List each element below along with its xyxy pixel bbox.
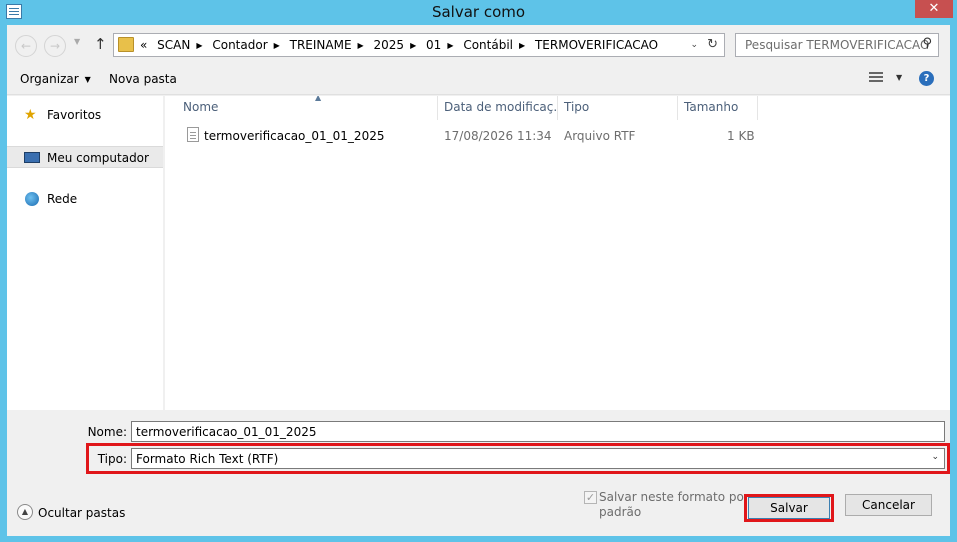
help-icon[interactable]: ? — [919, 71, 934, 86]
star-icon: ★ — [24, 107, 37, 123]
sidebar-item-label: Rede — [47, 192, 78, 206]
save-default-label: Salvar neste formato por padrão — [599, 490, 749, 519]
close-button[interactable]: ✕ — [915, 0, 953, 18]
file-modified: 17/08/2026 11:34 — [444, 129, 552, 143]
organize-button[interactable]: Organizar ▼ — [20, 72, 91, 86]
file-type: Arquivo RTF — [564, 129, 636, 143]
view-options-icon[interactable] — [869, 72, 883, 83]
recent-locations-chevron-icon[interactable]: ▼ — [74, 37, 80, 46]
breadcrumb-item[interactable]: TREINAME — [290, 38, 352, 52]
sidebar-item-label: Meu computador — [47, 151, 149, 165]
forward-arrow-icon[interactable]: → — [44, 35, 66, 57]
title-bar: Salvar como ✕ — [0, 0, 957, 25]
breadcrumb-separator-icon[interactable]: ▶ — [519, 41, 525, 50]
computer-icon — [24, 152, 40, 163]
up-arrow-icon[interactable]: ↑ — [94, 35, 107, 53]
chevron-down-icon[interactable]: ⌄ — [931, 452, 939, 462]
breadcrumb-separator-icon[interactable]: ▶ — [447, 41, 453, 50]
column-header-date[interactable]: Data de modificaç... — [438, 96, 558, 120]
breadcrumb-separator-icon[interactable]: ▶ — [410, 41, 416, 50]
new-folder-button[interactable]: Nova pasta — [109, 72, 177, 86]
file-size: 1 KB — [727, 129, 755, 143]
search-box[interactable]: Pesquisar TERMOVERIFICACAO ⚲ — [735, 33, 939, 57]
sidebar-item-label: Favoritos — [47, 108, 102, 122]
chevron-up-icon: ▲ — [17, 504, 33, 520]
organize-label: Organizar — [20, 72, 79, 86]
breadcrumb-overflow-icon[interactable]: « — [140, 38, 147, 52]
dialog-title: Salvar como — [431, 3, 526, 21]
address-bar[interactable]: « SCAN ▶ Contador ▶ TREINAME ▶ 2025 ▶ 01 ▶ Co… — [113, 33, 725, 57]
column-header-name[interactable]: Nome ▲ — [177, 96, 438, 120]
navigation-pane: ★ Favoritos Meu computador Rede — [7, 96, 163, 410]
file-list: Nome ▲ Data de modificaç... Tipo Tamanho… — [165, 96, 950, 410]
search-icon[interactable]: ⚲ — [922, 36, 932, 51]
breadcrumb-item[interactable]: Contador — [212, 38, 267, 52]
breadcrumb-item[interactable]: 2025 — [374, 38, 405, 52]
address-dropdown-icon[interactable]: ⌄ — [690, 40, 698, 50]
rtf-file-icon — [187, 127, 199, 142]
sidebar-item-network[interactable]: Rede — [7, 188, 163, 210]
hide-folders-label: Ocultar pastas — [38, 506, 126, 520]
refresh-icon[interactable]: ↻ — [707, 37, 718, 52]
file-name: termoverificacao_01_01_2025 — [204, 129, 385, 143]
breadcrumb-item[interactable]: SCAN — [157, 38, 190, 52]
file-name-label: Nome: — [87, 425, 127, 439]
breadcrumb: « SCAN ▶ Contador ▶ TREINAME ▶ 2025 ▶ 01 ▶ Co… — [140, 38, 664, 52]
file-type-select[interactable]: Formato Rich Text (RTF) ⌄ — [131, 448, 945, 469]
save-button[interactable]: Salvar — [748, 497, 830, 519]
breadcrumb-item[interactable]: Contábil — [463, 38, 513, 52]
column-header-type[interactable]: Tipo — [558, 96, 678, 120]
breadcrumb-item[interactable]: 01 — [426, 38, 441, 52]
chevron-down-icon: ▼ — [84, 75, 91, 84]
view-dropdown-icon[interactable]: ▼ — [896, 73, 902, 82]
save-default-checkbox[interactable]: ✓ — [584, 491, 597, 504]
file-name-input[interactable]: termoverificacao_01_01_2025 — [131, 421, 945, 442]
back-arrow-icon[interactable]: ← — [15, 35, 37, 57]
search-input[interactable]: Pesquisar TERMOVERIFICACAO — [745, 38, 930, 52]
sidebar-item-computer[interactable]: Meu computador — [7, 146, 163, 168]
network-icon — [25, 192, 39, 206]
save-as-dialog: Salvar como ✕ ← → ▼ ↑ « SCAN ▶ Contador ▶ … — [0, 0, 957, 542]
file-type-label: Tipo: — [97, 452, 127, 466]
sort-ascending-icon: ▲ — [315, 96, 322, 102]
column-header-size[interactable]: Tamanho — [678, 96, 758, 120]
folder-icon — [118, 37, 134, 52]
breadcrumb-separator-icon[interactable]: ▶ — [274, 41, 280, 50]
cancel-button[interactable]: Cancelar — [845, 494, 932, 516]
breadcrumb-separator-icon[interactable]: ▶ — [358, 41, 364, 50]
command-bar: Organizar ▼ Nova pasta ▼ ? — [7, 64, 950, 95]
table-row[interactable]: termoverificacao_01_01_2025 17/08/2026 1… — [165, 124, 765, 146]
breadcrumb-item[interactable]: TERMOVERIFICACAO — [535, 38, 658, 52]
sidebar-item-favorites[interactable]: ★ Favoritos — [7, 104, 163, 126]
column-header-label: Nome — [183, 100, 219, 114]
breadcrumb-separator-icon[interactable]: ▶ — [196, 41, 202, 50]
file-type-value: Formato Rich Text (RTF) — [136, 452, 279, 466]
dialog-body: ← → ▼ ↑ « SCAN ▶ Contador ▶ TREINAME ▶ 2025… — [7, 25, 950, 536]
